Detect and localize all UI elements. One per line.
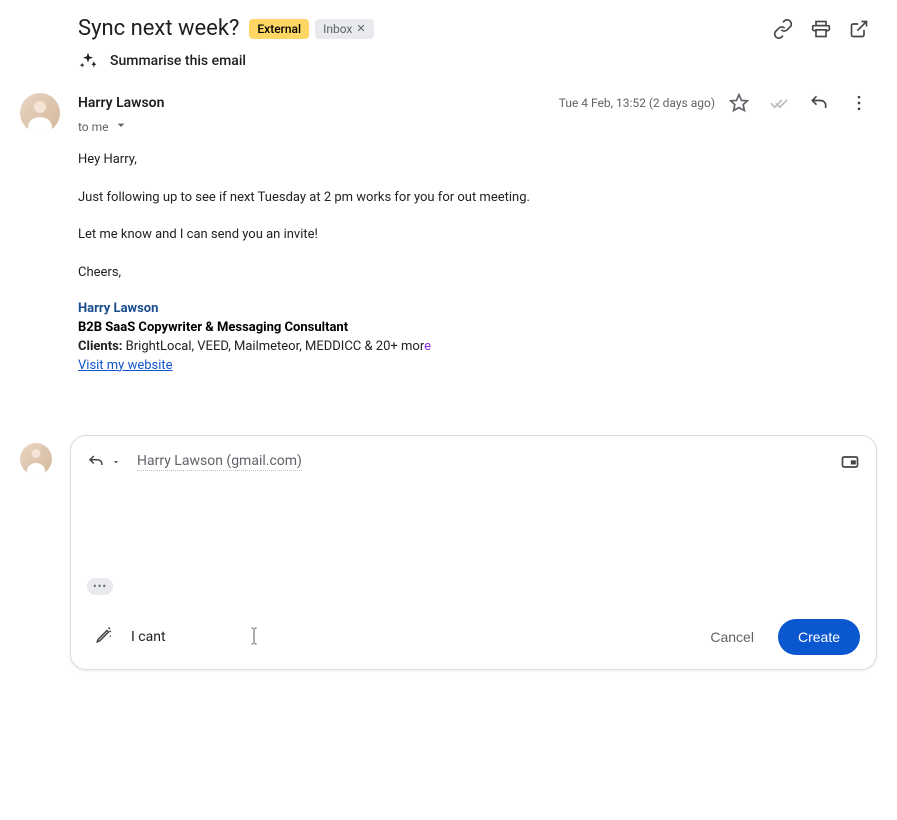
help-me-write-icon[interactable] [95, 626, 113, 648]
signature-title: B2B SaaS Copywriter & Messaging Consulta… [78, 319, 877, 338]
chevron-down-icon [113, 117, 129, 136]
draft-text: I cant [131, 629, 166, 645]
recipient-label: to me [78, 120, 109, 134]
star-icon[interactable] [729, 93, 749, 113]
reply-type-dropdown[interactable] [87, 453, 121, 471]
cancel-button[interactable]: Cancel [696, 621, 768, 653]
chevron-down-icon [111, 457, 121, 467]
open-new-window-icon[interactable] [849, 19, 869, 39]
sender-avatar[interactable] [20, 93, 60, 133]
compose-card: Harry Lawson (gmail.com) ••• I cant [70, 435, 877, 670]
compose-body[interactable] [87, 478, 860, 570]
summarise-button[interactable]: Summarise this email [20, 51, 877, 71]
create-button[interactable]: Create [778, 619, 860, 655]
sender-name[interactable]: Harry Lawson [78, 95, 164, 111]
my-avatar [20, 443, 52, 475]
reply-icon[interactable] [809, 93, 829, 113]
inbox-badge[interactable]: Inbox ✕ [315, 19, 374, 39]
compose-recipient[interactable]: Harry Lawson (gmail.com) [137, 453, 302, 471]
email-subject: Sync next week? [78, 16, 239, 41]
remove-label-icon[interactable]: ✕ [356, 22, 365, 35]
email-timestamp: Tue 4 Feb, 13:52 (2 days ago) [559, 96, 715, 110]
signature-clients-accent: e [424, 339, 431, 354]
signature-link[interactable]: Visit my website [78, 358, 173, 373]
signature-clients-label: Clients: [78, 339, 122, 354]
print-icon[interactable] [811, 19, 831, 39]
popout-icon[interactable] [840, 452, 860, 472]
summarise-label: Summarise this email [110, 53, 246, 69]
show-trimmed-button[interactable]: ••• [87, 578, 113, 595]
reply-arrow-icon [87, 453, 105, 471]
read-receipt-icon[interactable] [769, 93, 789, 113]
signature-clients-text: BrightLocal, VEED, Mailmeteor, MEDDICC &… [122, 339, 424, 354]
sparkle-icon [78, 51, 98, 71]
signature-name: Harry Lawson [78, 300, 877, 319]
link-icon[interactable] [773, 19, 793, 39]
draft-input[interactable]: I cant [131, 629, 696, 645]
recipient-dropdown[interactable]: to me [78, 117, 877, 136]
email-body: Hey Harry, Just following up to see if n… [78, 150, 877, 282]
more-icon[interactable] [849, 93, 869, 113]
text-cursor-icon [247, 625, 261, 647]
email-signature: Harry Lawson B2B SaaS Copywriter & Messa… [78, 300, 877, 375]
inbox-badge-label: Inbox [323, 22, 352, 36]
external-badge: External [249, 19, 309, 39]
